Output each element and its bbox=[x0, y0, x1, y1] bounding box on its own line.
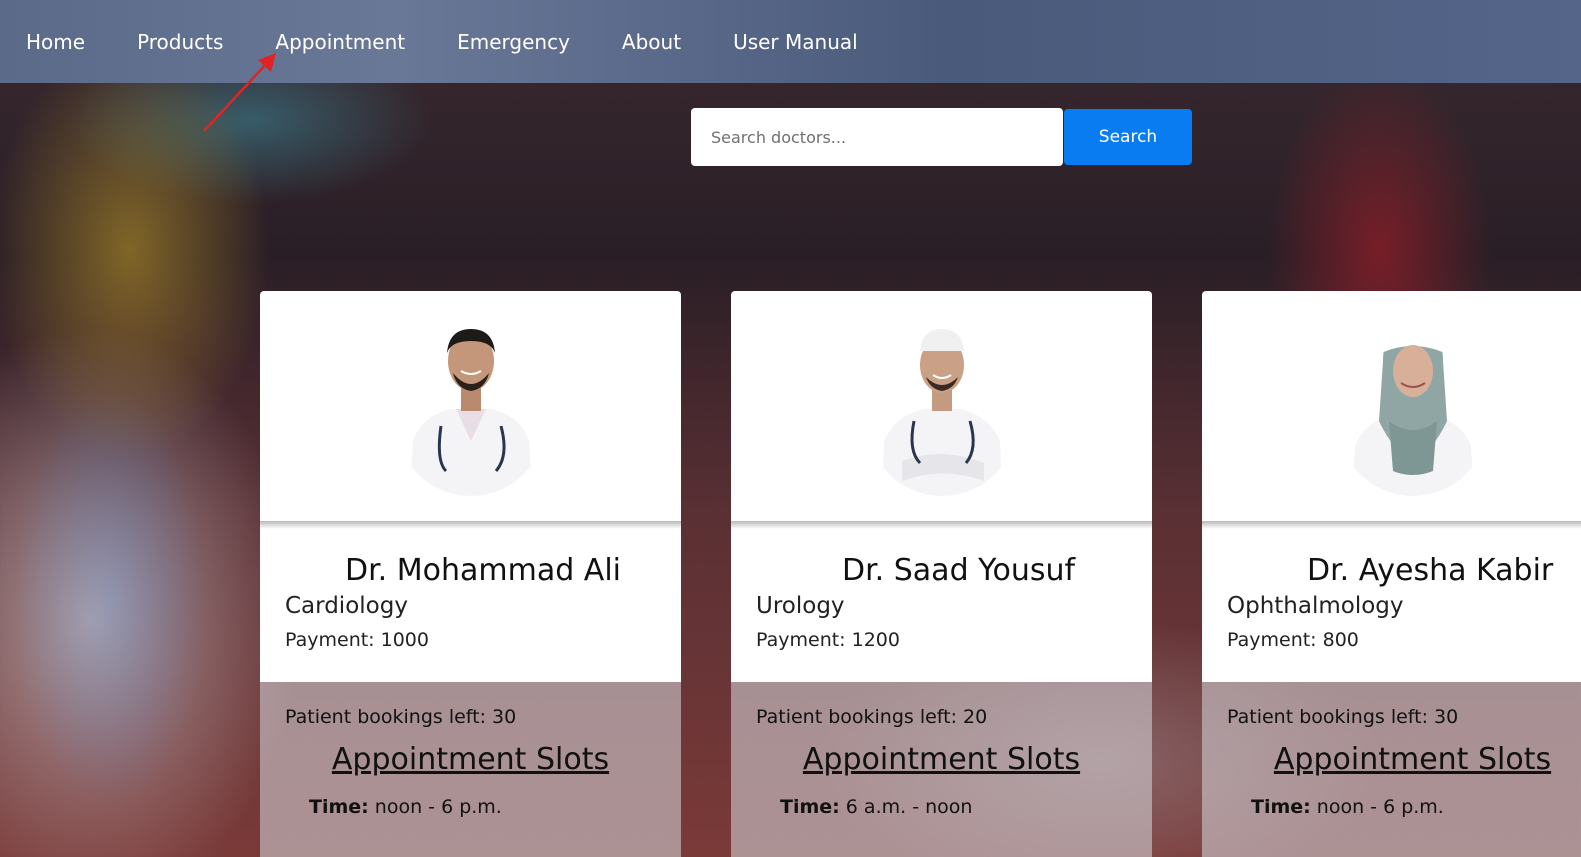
top-navbar: Home Products Appointment Emergency Abou… bbox=[0, 0, 1581, 83]
time-value: noon - 6 p.m. bbox=[368, 796, 502, 818]
appointment-slots-link[interactable]: Appointment Slots bbox=[260, 742, 681, 777]
card-divider bbox=[731, 521, 1152, 529]
doctor-card-header: Dr. Ayesha Kabir Ophthalmology Payment: … bbox=[1202, 291, 1581, 682]
time-slot[interactable]: Time: 6 a.m. - noon bbox=[780, 796, 972, 818]
bookings-left: Patient bookings left: 30 bbox=[285, 706, 517, 728]
doctor-photo bbox=[1343, 321, 1483, 501]
search-input[interactable] bbox=[691, 108, 1063, 166]
nav-about[interactable]: About bbox=[622, 30, 681, 54]
time-value: 6 a.m. - noon bbox=[839, 796, 973, 818]
doctor-photo bbox=[401, 321, 541, 501]
doctor-card-footer: Patient bookings left: 20 Appointment Sl… bbox=[731, 682, 1152, 857]
time-value: noon - 6 p.m. bbox=[1310, 796, 1444, 818]
doctor-card: Dr. Mohammad Ali Cardiology Payment: 100… bbox=[260, 291, 681, 857]
doctor-card-header: Dr. Saad Yousuf Urology Payment: 1200 bbox=[731, 291, 1152, 682]
doctor-card-footer: Patient bookings left: 30 Appointment Sl… bbox=[260, 682, 681, 857]
bookings-left: Patient bookings left: 30 bbox=[1227, 706, 1459, 728]
doctor-payment: Payment: 800 bbox=[1227, 629, 1359, 651]
doctor-specialty: Ophthalmology bbox=[1227, 593, 1404, 619]
doctor-name: Dr. Mohammad Ali bbox=[345, 553, 621, 588]
doctor-name: Dr. Saad Yousuf bbox=[842, 553, 1076, 588]
doctor-specialty: Cardiology bbox=[285, 593, 408, 619]
nav-user-manual[interactable]: User Manual bbox=[733, 30, 858, 54]
doctor-payment: Payment: 1200 bbox=[756, 629, 900, 651]
doctor-card: Dr. Saad Yousuf Urology Payment: 1200 Pa… bbox=[731, 291, 1152, 857]
appointment-slots-link[interactable]: Appointment Slots bbox=[1202, 742, 1581, 777]
time-slot[interactable]: Time: noon - 6 p.m. bbox=[1251, 796, 1444, 818]
nav-appointment[interactable]: Appointment bbox=[275, 30, 405, 54]
time-slot[interactable]: Time: noon - 6 p.m. bbox=[309, 796, 502, 818]
doctor-card: Dr. Ayesha Kabir Ophthalmology Payment: … bbox=[1202, 291, 1581, 857]
card-divider bbox=[260, 521, 681, 529]
card-divider bbox=[1202, 521, 1581, 529]
doctor-name: Dr. Ayesha Kabir bbox=[1307, 553, 1554, 588]
bookings-left: Patient bookings left: 20 bbox=[756, 706, 988, 728]
doctor-specialty: Urology bbox=[756, 593, 845, 619]
doctor-card-header: Dr. Mohammad Ali Cardiology Payment: 100… bbox=[260, 291, 681, 682]
time-label: Time: bbox=[309, 796, 369, 818]
time-label: Time: bbox=[1251, 796, 1311, 818]
doctor-card-footer: Patient bookings left: 30 Appointment Sl… bbox=[1202, 682, 1581, 857]
nav-products[interactable]: Products bbox=[137, 30, 223, 54]
search-button[interactable]: Search bbox=[1064, 109, 1192, 165]
doctor-photo bbox=[872, 321, 1012, 501]
appointment-slots-link[interactable]: Appointment Slots bbox=[731, 742, 1152, 777]
time-label: Time: bbox=[780, 796, 840, 818]
nav-home[interactable]: Home bbox=[26, 30, 85, 54]
doctor-payment: Payment: 1000 bbox=[285, 629, 429, 651]
nav-emergency[interactable]: Emergency bbox=[457, 30, 570, 54]
